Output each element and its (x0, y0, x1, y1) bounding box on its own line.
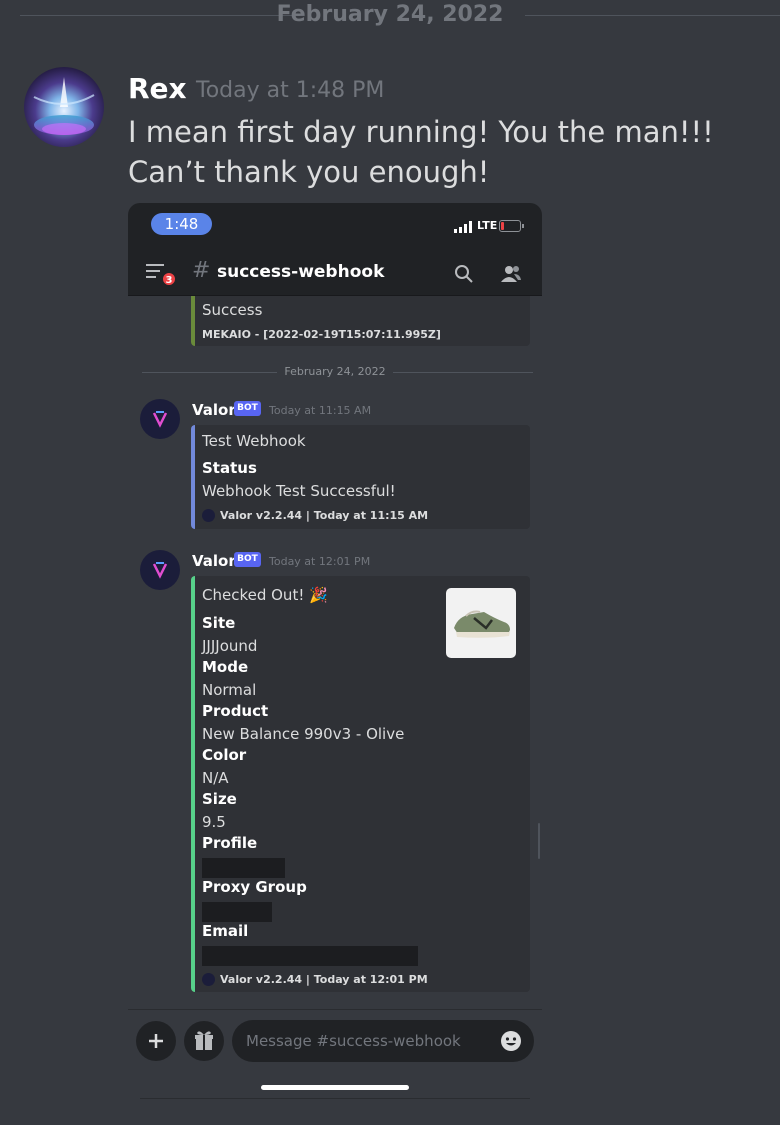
emoji-icon[interactable] (500, 1030, 522, 1052)
embed-title: Checked Out! 🎉 (202, 586, 328, 604)
embed-title: Test Webhook (202, 432, 306, 450)
field-value-site: JJJJound (202, 637, 258, 655)
embed-color-bar (191, 576, 195, 992)
battery-icon (499, 220, 524, 232)
attached-screenshot[interactable]: 1:48 LTE 3 # success-webhook Success MEK… (128, 203, 542, 1088)
embed-color-bar (191, 296, 195, 346)
redacted-proxy-group (202, 902, 272, 922)
gift-icon (195, 1031, 213, 1050)
field-name-email: Email (202, 922, 249, 940)
footer-icon (202, 509, 215, 522)
date-divider-label: February 24, 2022 (276, 2, 504, 27)
sneaker-image (454, 610, 510, 638)
redacted-profile (202, 858, 285, 878)
embed-field-name: Status (202, 459, 257, 477)
bot-timestamp: Today at 12:01 PM (269, 555, 371, 568)
network-type: LTE (477, 219, 498, 232)
embed-footer: Valor v2.2.44 | Today at 11:15 AM (220, 509, 429, 522)
home-indicator[interactable] (261, 1085, 409, 1090)
message-text: I mean first day running! You the man!!!… (128, 115, 714, 189)
search-icon[interactable] (454, 264, 474, 284)
embed-footer: Valor v2.2.44 | Today at 12:01 PM (220, 973, 428, 986)
field-name-product: Product (202, 702, 269, 720)
bot-tag: BOT (234, 401, 261, 416)
field-name-proxy-group: Proxy Group (202, 878, 307, 896)
field-value-mode: Normal (202, 681, 257, 699)
field-name-profile: Profile (202, 834, 258, 852)
partial-embed: Success MEKAIO - [2022-02-19T15:07:11.99… (191, 296, 530, 346)
plus-icon (149, 1034, 163, 1048)
field-value-product: New Balance 990v3 - Olive (202, 725, 405, 743)
bottom-divider (140, 1098, 530, 1099)
menu-badge: 3 (161, 271, 177, 287)
gift-button[interactable] (184, 1021, 224, 1061)
message-author[interactable]: Rex (128, 72, 187, 105)
partial-embed-text: Success (202, 301, 263, 319)
signal-icon (454, 221, 474, 233)
channel-hash-icon: # (192, 258, 211, 283)
redacted-email (202, 946, 418, 966)
inner-date-divider: February 24, 2022 (128, 363, 542, 383)
add-button[interactable] (136, 1021, 176, 1061)
channel-name[interactable]: success-webhook (217, 262, 384, 282)
message-input[interactable]: Message #success-webhook (232, 1020, 534, 1062)
members-icon[interactable] (500, 264, 522, 284)
bot-avatar[interactable] (140, 399, 180, 439)
inner-date-label: February 24, 2022 (284, 365, 386, 378)
bot-timestamp: Today at 11:15 AM (269, 404, 372, 417)
scrollbar[interactable] (538, 823, 540, 859)
bot-name[interactable]: Valor (192, 401, 236, 419)
phone-status-bar: 1:48 LTE (128, 203, 542, 249)
bot-name[interactable]: Valor (192, 552, 236, 570)
field-name-color: Color (202, 746, 247, 764)
embed-test-webhook: Test Webhook Status Webhook Test Success… (191, 425, 530, 529)
field-value-color: N/A (202, 769, 229, 787)
embed-checked-out: Checked Out! 🎉 Site JJJJound Mode Normal… (191, 576, 530, 992)
message-timestamp: Today at 1:48 PM (196, 78, 385, 103)
partial-embed-footer: MEKAIO - [2022-02-19T15:07:11.995Z] (202, 328, 441, 341)
message-composer: Message #success-webhook (128, 1009, 542, 1088)
status-time: 1:48 (151, 213, 212, 235)
message-placeholder: Message #success-webhook (246, 1032, 461, 1050)
bot-tag: BOT (234, 552, 261, 567)
user-avatar[interactable] (24, 67, 104, 147)
embed-field-value: Webhook Test Successful! (202, 482, 396, 500)
embed-color-bar (191, 425, 195, 529)
date-divider: February 24, 2022 (0, 0, 780, 30)
bot-avatar[interactable] (140, 550, 180, 590)
field-name-site: Site (202, 614, 236, 632)
product-thumbnail[interactable] (446, 588, 516, 658)
footer-icon (202, 973, 215, 986)
field-name-size: Size (202, 790, 237, 808)
field-name-mode: Mode (202, 658, 249, 676)
channel-header: 3 # success-webhook (128, 249, 542, 296)
field-value-size: 9.5 (202, 813, 226, 831)
